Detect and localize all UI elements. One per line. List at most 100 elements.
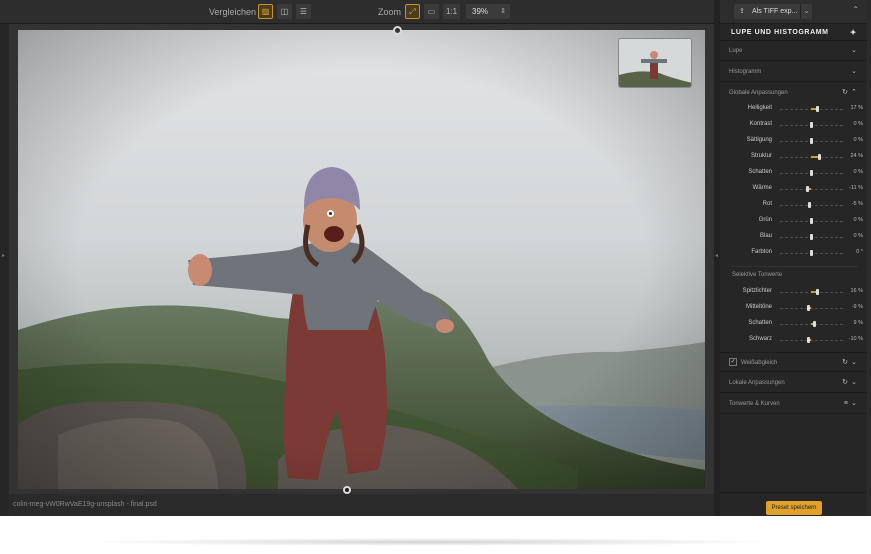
compare-stack-button[interactable]: ☰ [296,4,311,19]
slider-track[interactable] [780,340,843,341]
zoom-label: Zoom [378,7,402,17]
slider-track[interactable] [780,308,843,309]
slider-value: 0 % [853,137,863,143]
bottom-focus-handle[interactable] [343,486,351,494]
slider-label: Blau [759,233,772,239]
section-tonwerte[interactable]: Tonwerte & Kurven ≡ ⌄ [720,394,867,414]
global-slider-row[interactable]: Helligkeit 17 % [720,101,867,117]
zoom-fill-button[interactable]: ▭ [424,4,439,19]
divider [730,266,858,267]
slider-label: Kontrast [749,121,772,127]
window-shadow [80,538,780,546]
collapse-up-icon[interactable]: ⌃ [852,5,859,14]
split-view-icon: ▨ [261,7,270,16]
slider-handle[interactable] [810,138,813,144]
thumbnail-image [619,39,691,87]
slider-handle[interactable] [813,321,817,327]
section-lupe[interactable]: Lupe ⌄ [720,41,867,61]
slider-track[interactable] [780,205,843,206]
section-lokale[interactable]: Lokale Anpassungen ↻ ⌄ [720,373,867,393]
slider-label: Spitzlichter [742,288,772,294]
fill-screen-icon: ▭ [427,7,436,16]
compare-split-button[interactable]: ▨ [258,4,273,19]
global-slider-row[interactable]: Kontrast 0 % [720,117,867,133]
global-slider-row[interactable]: Wärme -11 % [720,181,867,197]
image-canvas[interactable] [9,24,714,494]
save-preset-button[interactable]: Preset speichern [766,501,822,515]
adjustments-panel: ⇪ Als TIFF exp... ⌄ ⌃ LUPE UND HISTOGRAM… [720,0,867,516]
left-panel-toggle[interactable]: ▸ [0,24,9,516]
lupe-label: Lupe [729,48,743,54]
slider-label: Schatten [748,320,772,326]
file-name: colin-meg-vW0RwVaE19g-unsplash - final.p… [13,501,157,508]
slider-value: -9 % [851,304,863,310]
zoom-level-select[interactable]: 39% ⇕ [466,4,510,19]
pin-icon[interactable]: ✦ [850,25,857,41]
slider-handle[interactable] [810,170,813,176]
slider-label: Struktur [750,153,772,159]
navigator-thumbnail[interactable] [618,38,692,88]
slider-label: Sättigung [746,137,772,143]
slider-handle[interactable] [815,106,819,112]
top-focus-handle[interactable] [393,26,402,35]
loupe-target-marker[interactable] [327,210,334,217]
chevron-down-icon[interactable]: ⌄ [851,394,857,414]
globale-label: Globale Anpassungen [729,90,788,96]
slider-handle[interactable] [810,122,813,128]
slider-track[interactable] [780,189,843,190]
slider-handle[interactable] [810,234,813,240]
section-title: LUPE UND HISTOGRAMM ✦ [720,25,867,41]
app-window: Vergleichen ▨ ◫ ☰ Zoom ⤢ ▭ 1:1 39% ⇕ ▸ c… [0,0,871,516]
export-label: Als TIFF exp... [752,8,798,15]
global-slider-row[interactable]: Rot -5 % [720,197,867,213]
global-slider-row[interactable]: Blau 0 % [720,229,867,245]
fit-screen-icon: ⤢ [409,6,416,16]
slider-handle[interactable] [806,305,810,311]
selective-slider-row[interactable]: Spitzlichter 16 % [720,284,867,300]
chevron-down-icon[interactable]: ⌄ [851,41,857,61]
slider-value: 0 % [853,233,863,239]
slider-label: Rot [762,201,772,207]
zoom-value: 39% [472,7,489,16]
slider-handle[interactable] [810,218,813,224]
global-slider-row[interactable]: Schatten 0 % [720,165,867,181]
checkbox-icon[interactable]: ✓ [729,358,737,367]
chevron-down-icon[interactable]: ⌄ [800,4,812,19]
reset-icon[interactable]: ↻ [842,373,848,393]
section-histogramm[interactable]: Histogramm ⌄ [720,62,867,82]
slider-handle[interactable] [808,202,812,208]
selective-slider-row[interactable]: Mitteltöne -9 % [720,300,867,316]
reset-icon[interactable]: ↻ [842,353,848,373]
chevron-down-icon[interactable]: ⌄ [851,373,857,393]
reset-icon[interactable]: ↻ [842,83,848,103]
section-weissabgleich[interactable]: ✓ Weißabgleich ↻ ⌄ [720,352,867,372]
section-globale[interactable]: Globale Anpassungen ↻ ⌃ [720,83,867,103]
chevron-down-icon[interactable]: ⌄ [851,353,857,373]
slider-value: 0 % [853,217,863,223]
global-slider-row[interactable]: Grün 0 % [720,213,867,229]
slider-value: 16 % [850,288,863,294]
side-by-side-icon: ◫ [280,7,289,16]
zoom-1to1-button[interactable]: 1:1 [443,4,460,19]
chevron-down-icon[interactable]: ⌄ [851,62,857,82]
selective-slider-row[interactable]: Schatten 9 % [720,316,867,332]
global-slider-row[interactable]: Sättigung 0 % [720,133,867,149]
slider-handle[interactable] [818,154,822,160]
slider-handle[interactable] [810,250,813,256]
chevron-up-icon[interactable]: ⌃ [851,83,857,103]
compare-side-button[interactable]: ◫ [277,4,292,19]
zoom-fit-button[interactable]: ⤢ [405,4,420,19]
slider-handle[interactable] [806,337,810,343]
selective-slider-row[interactable]: Schwarz -10 % [720,332,867,348]
global-slider-row[interactable]: Farbton 0 ° [720,245,867,261]
share-icon: ⇪ [739,8,745,15]
edited-photo[interactable] [18,30,705,489]
stepper-arrows-icon: ⇕ [500,8,506,15]
global-slider-row[interactable]: Struktur 24 % [720,149,867,165]
slider-value: 0 % [853,121,863,127]
export-button[interactable]: ⇪ Als TIFF exp... ⌄ [734,4,812,19]
histogramm-label: Histogramm [729,69,762,75]
slider-handle[interactable] [815,289,819,295]
slider-handle[interactable] [806,186,810,192]
list-icon[interactable]: ≡ [844,394,848,414]
